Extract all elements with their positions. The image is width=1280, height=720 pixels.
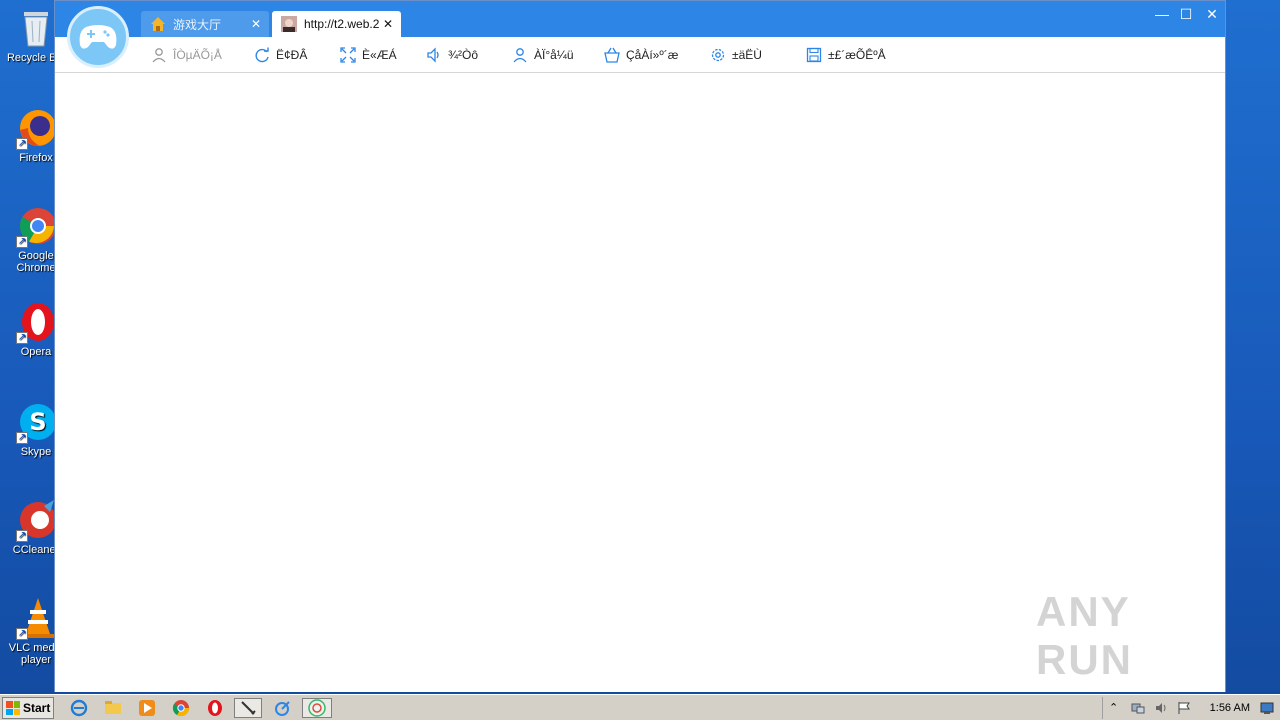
- person-icon: [513, 48, 527, 63]
- chrome-icon[interactable]: [170, 698, 192, 718]
- tab-label: http://t2.web.2: [304, 17, 380, 31]
- toolbar-my-info-button[interactable]: ÎÒµÄÕ¡Å: [151, 46, 222, 64]
- start-button[interactable]: Start: [2, 697, 54, 719]
- media-player-icon[interactable]: [136, 698, 158, 718]
- shortcut-arrow-icon: ↗: [16, 432, 28, 444]
- recycle-bin-icon: [14, 6, 58, 50]
- toolbar-label: È«ÆÁ: [362, 48, 397, 62]
- basket-icon: [604, 47, 620, 63]
- maximize-button[interactable]: ☐: [1175, 5, 1197, 23]
- firefox-icon: ↗: [14, 106, 58, 150]
- tab-game-hall[interactable]: 游戏大厅 ✕: [141, 11, 269, 37]
- toolbar-refresh-button[interactable]: Ë¢ÐÂ: [254, 46, 307, 64]
- system-tray: ⌃ 1:56 AM: [1102, 697, 1280, 719]
- toolbar-label: ÇåÀí»º´æ: [626, 48, 679, 62]
- ccleaner-icon: ↗: [14, 498, 58, 542]
- shortcut-arrow-icon: ↗: [16, 530, 28, 542]
- start-label: Start: [23, 701, 51, 715]
- taskbar: Start ⌃ 1:56 AM: [0, 694, 1280, 720]
- toolbar-label: ÀÏ°å¼ü: [534, 48, 574, 62]
- window-titlebar[interactable]: 游戏大厅 ✕ http://t2.web.2 ✕ — ☐ ✕: [55, 1, 1225, 37]
- toolbar-label: ¾²Òô: [448, 48, 479, 62]
- refresh-icon: [255, 47, 269, 63]
- ie-icon[interactable]: [68, 698, 90, 718]
- home-icon: [149, 15, 167, 33]
- gear-icon: [711, 48, 725, 62]
- watermark: ANY RUN: [1036, 588, 1236, 683]
- explorer-icon[interactable]: [102, 698, 124, 718]
- minimize-button[interactable]: —: [1151, 5, 1173, 23]
- show-hidden-icons-icon[interactable]: ⌃: [1109, 701, 1123, 715]
- toolbar-label: Ë¢ÐÂ: [276, 48, 308, 62]
- game-app-icon[interactable]: [302, 698, 332, 718]
- toolbar-mute-button[interactable]: ¾²Òô: [426, 46, 478, 64]
- gamepad-logo-icon: [67, 6, 129, 68]
- shortcut-arrow-icon: ↗: [16, 628, 28, 640]
- show-desktop-icon[interactable]: [1260, 701, 1274, 715]
- tab-close-icon[interactable]: ✕: [251, 17, 261, 31]
- opera-icon[interactable]: [204, 698, 226, 718]
- toolbar-speed-button[interactable]: ±äËÙ: [710, 46, 762, 64]
- windows-flag-icon: [6, 701, 20, 715]
- tool-icon[interactable]: [234, 698, 262, 718]
- speed-icon[interactable]: [272, 698, 294, 718]
- shortcut-arrow-icon: ↗: [16, 332, 28, 344]
- shortcut-arrow-icon: ↗: [16, 138, 28, 150]
- action-center-flag-icon[interactable]: [1177, 701, 1191, 715]
- toolbar-label: ÎÒµÄÕ¡Å: [173, 48, 222, 62]
- tab-close-icon[interactable]: ✕: [383, 17, 393, 31]
- chrome-icon: ↗: [14, 204, 58, 248]
- save-icon: [806, 47, 822, 63]
- toolbar-fullscreen-button[interactable]: È«ÆÁ: [340, 46, 397, 64]
- network-icon[interactable]: [1131, 701, 1145, 715]
- toolbar-boss-key-button[interactable]: ÀÏ°å¼ü: [512, 46, 574, 64]
- watermark-text: ANY RUN: [1036, 588, 1133, 683]
- user-icon: [152, 48, 166, 63]
- shortcut-arrow-icon: ↗: [16, 236, 28, 248]
- skype-icon: S ↗: [14, 400, 58, 444]
- speaker-icon: [427, 47, 439, 63]
- tab-web-page[interactable]: http://t2.web.2 ✕: [272, 11, 401, 37]
- tab-label: 游戏大厅: [173, 17, 222, 32]
- toolbar-label: ±äËÙ: [732, 48, 762, 62]
- toolbar-save-account-button[interactable]: ±£´æÕÊºÅ: [806, 46, 886, 64]
- opera-icon: ↗: [14, 300, 58, 344]
- toolbar-clear-cache-button[interactable]: ÇåÀí»º´æ: [604, 46, 678, 64]
- vlc-icon: ↗: [14, 596, 58, 640]
- fullscreen-icon: [340, 47, 356, 63]
- volume-icon[interactable]: [1155, 701, 1169, 715]
- toolbar-label: ±£´æÕÊºÅ: [828, 48, 886, 62]
- page-thumbnail-icon: [280, 15, 298, 33]
- toolbar: ÎÒµÄÕ¡Å Ë¢ÐÂ È«ÆÁ ¾²Òô ÀÏ°å¼ü ÇåÀí»º´æ ±…: [55, 37, 1225, 73]
- clock[interactable]: 1:56 AM: [1210, 702, 1250, 714]
- svg-text:S: S: [29, 408, 46, 436]
- close-button[interactable]: ✕: [1201, 5, 1223, 23]
